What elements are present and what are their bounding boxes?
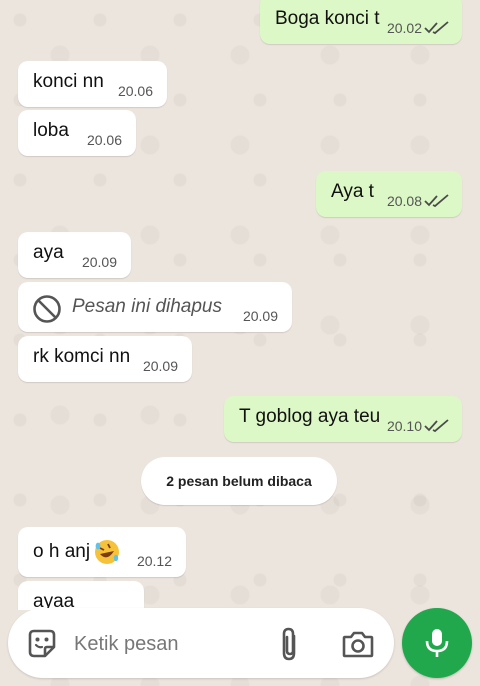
message-time: 20.09 <box>242 308 278 324</box>
double-check-icon <box>424 21 449 35</box>
message-incoming[interactable]: loba 20.06 <box>18 110 136 156</box>
message-composer <box>8 608 394 678</box>
microphone-icon <box>425 629 449 657</box>
double-check-icon <box>424 194 449 208</box>
message-text: Aya t <box>331 181 374 202</box>
message-outgoing[interactable]: T goblog aya teu 20.10 <box>224 396 462 442</box>
message-text: loba <box>33 120 69 141</box>
message-incoming[interactable]: rk komci nn 20.09 <box>18 336 192 382</box>
message-list[interactable]: Boga konci t 20.02 konci nn 20.06 loba 2… <box>0 0 480 610</box>
message-time: 20.10 <box>386 418 422 434</box>
message-time: 20.02 <box>386 20 422 36</box>
message-text: aya <box>33 242 64 263</box>
message-text: konci nn <box>33 71 104 92</box>
unread-messages-banner: 2 pesan belum dibaca <box>141 457 337 505</box>
message-incoming[interactable]: ayaa <box>18 581 144 610</box>
no-entry-icon <box>33 295 61 323</box>
message-time: 20.06 <box>117 83 153 99</box>
message-input[interactable] <box>72 622 266 666</box>
message-incoming[interactable]: aya 20.09 <box>18 232 131 278</box>
message-time: 20.09 <box>142 358 178 374</box>
message-text: rk komci nn <box>33 346 131 367</box>
message-outgoing[interactable]: Aya t 20.08 <box>316 171 462 217</box>
message-incoming[interactable]: o h anj 20.12 <box>18 527 186 577</box>
message-time: 20.12 <box>136 553 172 569</box>
deleted-message-text: Pesan ini dihapus <box>72 296 222 317</box>
message-text: T goblog aya teu <box>239 406 381 427</box>
message-time: 20.06 <box>86 132 122 148</box>
paperclip-icon[interactable] <box>274 626 304 662</box>
message-time: 20.08 <box>386 193 422 209</box>
message-outgoing[interactable]: Boga konci t 20.02 <box>260 0 462 44</box>
rolling-on-floor-laughing-icon <box>95 540 120 564</box>
message-text: Boga konci t <box>275 8 380 29</box>
message-incoming[interactable]: konci nn 20.06 <box>18 61 167 107</box>
message-text-body: o h anj <box>33 541 91 563</box>
camera-icon[interactable] <box>341 628 375 660</box>
emoji-face-icon[interactable] <box>25 627 59 661</box>
message-deleted[interactable]: Pesan ini dihapus 20.09 <box>18 282 292 332</box>
message-text: o h anj <box>33 539 120 565</box>
double-check-icon <box>424 419 449 433</box>
message-time: 20.09 <box>81 254 117 270</box>
voice-record-button[interactable] <box>402 608 472 678</box>
